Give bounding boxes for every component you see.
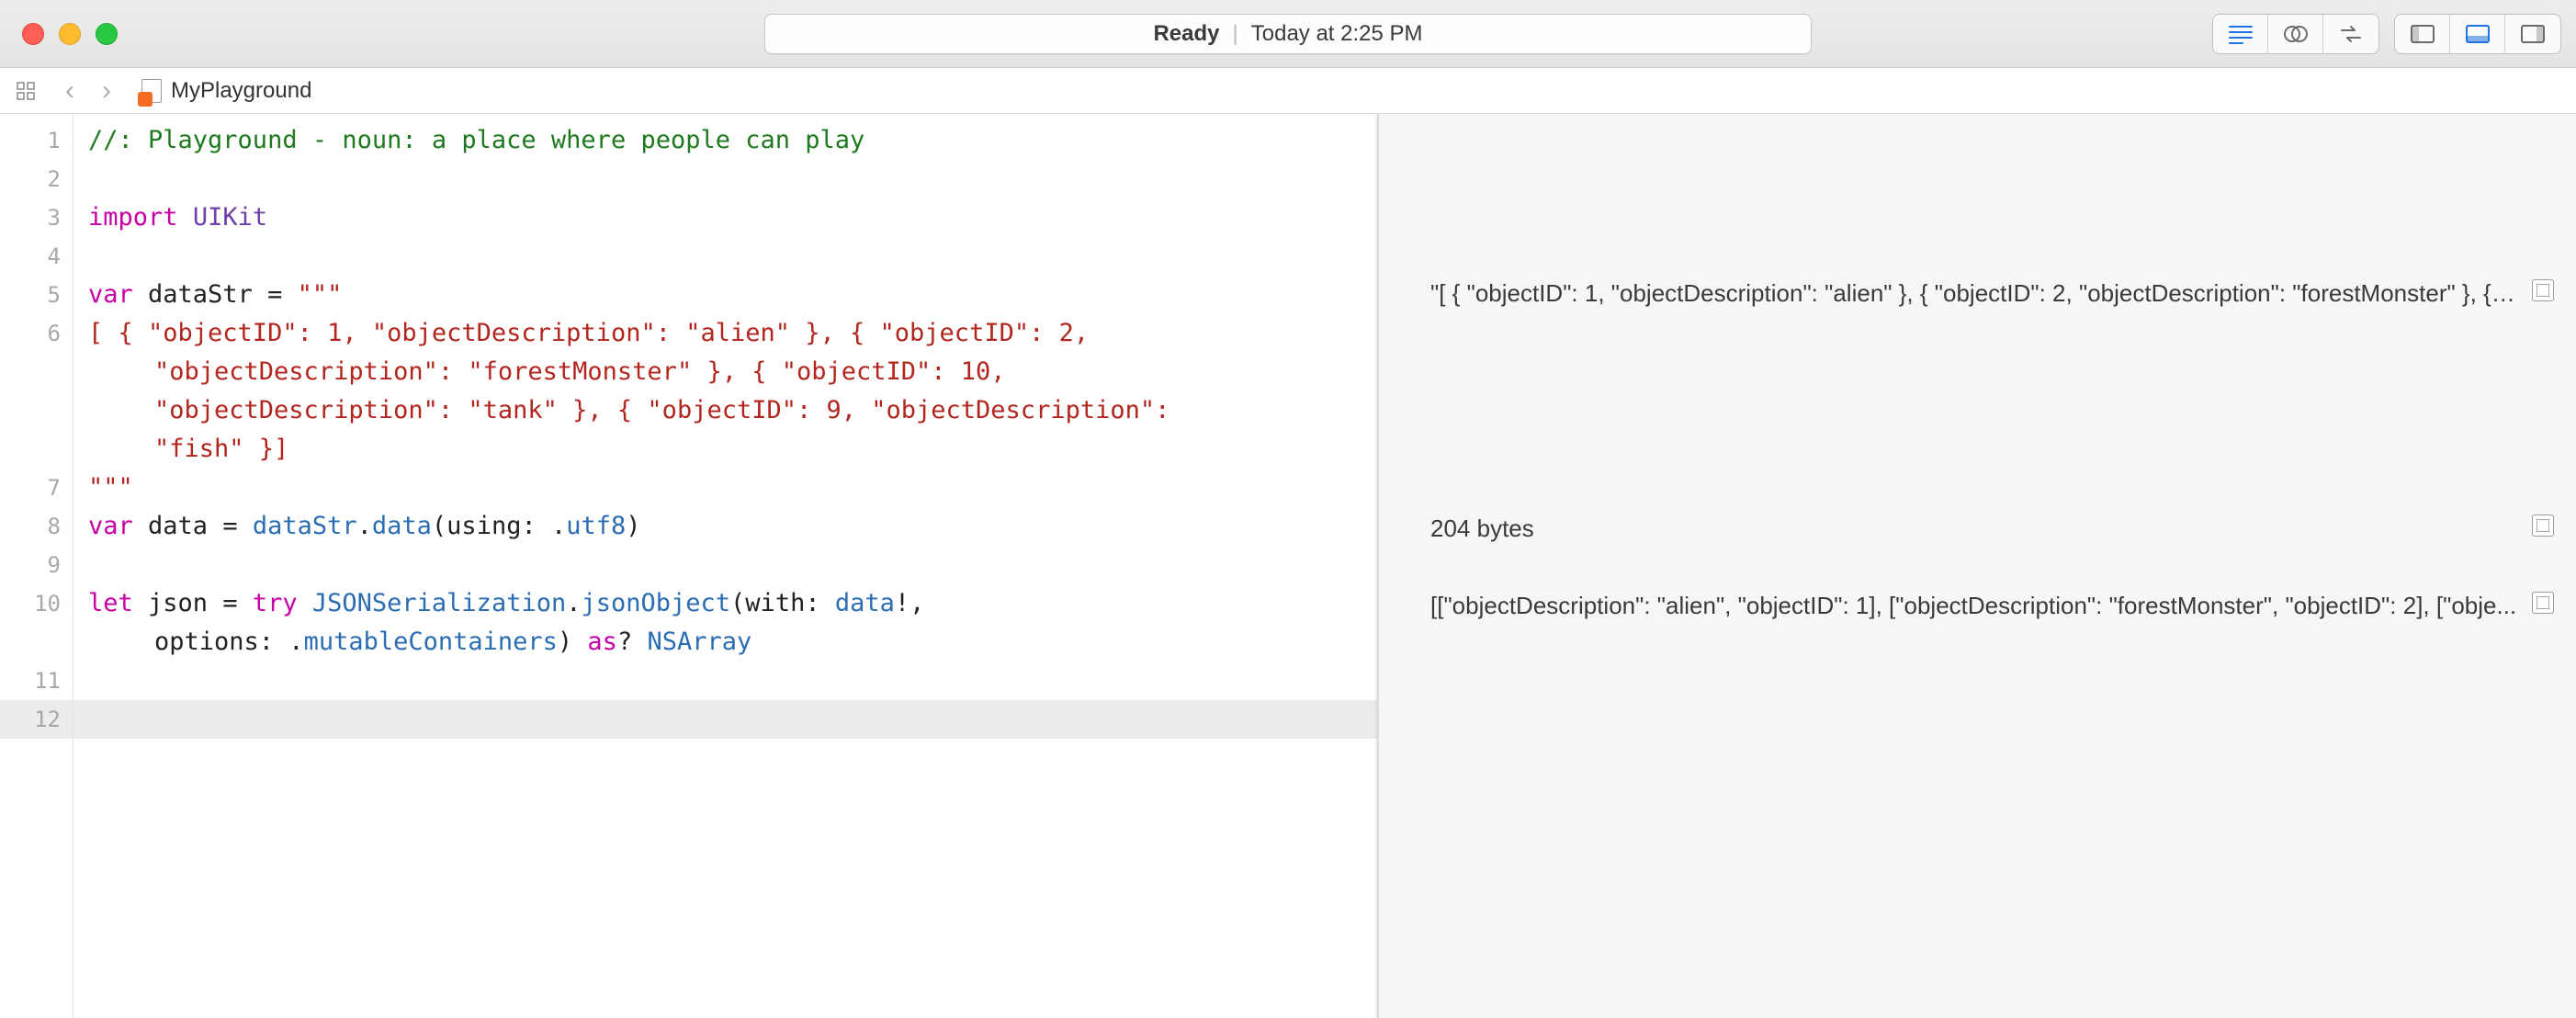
window-controls xyxy=(22,23,118,45)
playground-file-icon xyxy=(141,79,162,103)
left-panel-icon xyxy=(2410,23,2435,45)
code-text[interactable] xyxy=(73,662,103,700)
code-line[interactable]: 6[ { "objectID": 1, "objectDescription":… xyxy=(0,314,1377,353)
code-text[interactable]: //: Playground - noun: a place where peo… xyxy=(73,121,864,160)
code-line[interactable]: 5var dataStr = """ xyxy=(0,276,1377,314)
code-line[interactable]: "fish" }] xyxy=(0,430,1377,469)
history-back-button[interactable]: ‹ xyxy=(51,75,88,107)
toggle-navigator-button[interactable] xyxy=(2395,15,2450,53)
activity-status: Ready | Today at 2:25 PM xyxy=(764,14,1812,54)
line-number-gutter xyxy=(0,114,73,1018)
code-area[interactable]: 1//: Playground - noun: a place where pe… xyxy=(0,114,1377,739)
result-line-json[interactable]: [["objectDescription": "alien", "objectI… xyxy=(1430,592,2521,620)
status-separator: | xyxy=(1233,21,1238,47)
result-line-datastr[interactable]: "[ { "objectID": 1, "objectDescription":… xyxy=(1430,279,2521,308)
code-text[interactable]: [ { "objectID": 1, "objectDescription": … xyxy=(73,314,1089,353)
quicklook-button-2[interactable] xyxy=(2532,515,2554,537)
lines-icon xyxy=(2228,23,2254,45)
pane-divider[interactable] xyxy=(1373,114,1377,1018)
bottom-panel-icon xyxy=(2465,23,2491,45)
code-text[interactable] xyxy=(73,160,103,198)
code-line[interactable]: 12 xyxy=(0,700,1377,739)
code-line[interactable]: 2 xyxy=(0,160,1377,198)
quicklook-button-1[interactable] xyxy=(2532,279,2554,301)
standard-editor-button[interactable] xyxy=(2213,15,2268,53)
code-text[interactable]: "objectDescription": "forestMonster" }, … xyxy=(73,353,1006,391)
grid-icon xyxy=(15,80,37,102)
code-line[interactable]: "objectDescription": "tank" }, { "object… xyxy=(0,391,1377,430)
jump-bar: ‹ › MyPlayground xyxy=(0,68,2576,114)
code-text[interactable] xyxy=(73,546,103,584)
related-items-button[interactable] xyxy=(0,80,51,102)
assistant-editor-button[interactable] xyxy=(2268,15,2323,53)
code-text[interactable]: var data = dataStr.data(using: .utf8) xyxy=(73,507,641,546)
code-line[interactable]: 11 xyxy=(0,662,1377,700)
main-split: 1//: Playground - noun: a place where pe… xyxy=(0,114,2576,1018)
toggle-utilities-button[interactable] xyxy=(2505,15,2560,53)
code-line[interactable]: 9 xyxy=(0,546,1377,584)
history-forward-button[interactable]: › xyxy=(88,75,125,107)
venn-icon xyxy=(2283,23,2309,45)
code-text[interactable] xyxy=(73,237,103,276)
code-line[interactable]: 3import UIKit xyxy=(0,198,1377,237)
close-window-button[interactable] xyxy=(22,23,44,45)
editor-mode-group xyxy=(2212,14,2379,54)
code-line[interactable]: 4 xyxy=(0,237,1377,276)
titlebar: Ready | Today at 2:25 PM xyxy=(0,0,2576,68)
code-text[interactable]: options: .mutableContainers) as? NSArray xyxy=(73,623,751,662)
zoom-window-button[interactable] xyxy=(96,23,118,45)
results-sidebar: "[ { "objectID": 1, "objectDescription":… xyxy=(1378,114,2576,1018)
code-line[interactable]: options: .mutableContainers) as? NSArray xyxy=(0,623,1377,662)
minimize-window-button[interactable] xyxy=(59,23,81,45)
code-text[interactable]: "fish" }] xyxy=(73,430,288,469)
source-editor[interactable]: 1//: Playground - noun: a place where pe… xyxy=(0,114,1378,1018)
toggle-debug-area-button[interactable] xyxy=(2450,15,2505,53)
code-text[interactable]: var dataStr = """ xyxy=(73,276,342,314)
code-text[interactable]: "objectDescription": "tank" }, { "object… xyxy=(73,391,1169,430)
code-line[interactable]: 1//: Playground - noun: a place where pe… xyxy=(0,121,1377,160)
result-line-bytes[interactable]: 204 bytes xyxy=(1430,515,2521,543)
code-text[interactable] xyxy=(73,700,103,739)
panel-toggles-group xyxy=(2394,14,2561,54)
right-panel-icon xyxy=(2520,23,2546,45)
code-text[interactable]: import UIKit xyxy=(73,198,267,237)
code-line[interactable]: "objectDescription": "forestMonster" }, … xyxy=(0,353,1377,391)
quicklook-button-3[interactable] xyxy=(2532,592,2554,614)
code-line[interactable]: 10let json = try JSONSerialization.jsonO… xyxy=(0,584,1377,623)
code-line[interactable]: 7""" xyxy=(0,469,1377,507)
version-editor-button[interactable] xyxy=(2323,15,2378,53)
history-nav: ‹ › xyxy=(51,75,125,107)
titlebar-right-controls xyxy=(2212,14,2561,54)
status-ready-label: Ready xyxy=(1153,21,1219,47)
status-time-label: Today at 2:25 PM xyxy=(1251,21,1423,47)
code-text[interactable]: let json = try JSONSerialization.jsonObj… xyxy=(73,584,924,623)
code-text[interactable]: """ xyxy=(73,469,133,507)
breadcrumb-filename[interactable]: MyPlayground xyxy=(171,78,311,104)
compare-arrows-icon xyxy=(2338,23,2364,45)
code-line[interactable]: 8var data = dataStr.data(using: .utf8) xyxy=(0,507,1377,546)
